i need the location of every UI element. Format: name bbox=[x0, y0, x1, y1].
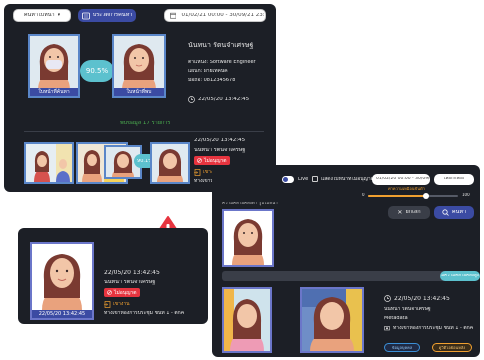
woman-office-illustration bbox=[302, 289, 362, 351]
person-department: แผนก: ฝ่ายเทคนิค bbox=[188, 69, 228, 74]
monitor-date-range-text: 01/02/20 00:00 - 30/09/20 bbox=[376, 177, 430, 182]
face-search-label: ค้นหาใบหน้า bbox=[23, 12, 55, 18]
slider-min: 0 bbox=[362, 193, 365, 197]
detail-name: นันทนา รัตนจำเศรษฐ์ bbox=[194, 148, 246, 153]
crowd-illustration bbox=[26, 144, 72, 182]
camera-select[interactable]: เลือกกล้อง bbox=[434, 174, 474, 185]
chevron-down-icon: ▾ bbox=[57, 13, 61, 18]
person-name: นันทนา รัตนจำเศรษฐ์ bbox=[188, 42, 254, 49]
cancel-button[interactable]: ✕ ยกเลิก bbox=[388, 206, 430, 219]
slider-label: ค่าความเหมือนขั้นต่ำ bbox=[388, 187, 425, 191]
toggle-knob bbox=[283, 177, 288, 182]
high-similarity-label: มีความคล้ายคลึงสูง bbox=[441, 273, 479, 278]
search-history-button[interactable]: ประวัติการค้นหา bbox=[78, 9, 136, 22]
person-info-button[interactable]: ข้อมูลบุคคล bbox=[384, 343, 420, 352]
date-range-field[interactable]: 01/02/21 00:00 - 30/09/21 23:59 bbox=[164, 9, 266, 22]
alert-blacklist-badge: ไม่อนุญาต bbox=[104, 288, 140, 297]
live-label: Live bbox=[298, 177, 309, 182]
query-face-image: ใบหน้าที่ค้นหา bbox=[28, 34, 80, 98]
monitor-panel: Live แสดงใบหน้าที่ไม่อนุญาต 01/02/20 00:… bbox=[212, 165, 480, 357]
alert-face-image: 22/05/20 13:42:45 bbox=[30, 242, 94, 320]
entry-door-icon bbox=[104, 301, 111, 308]
camera-select-label: เลือกกล้อง bbox=[443, 177, 465, 182]
similarity-value: 90.5% bbox=[85, 67, 109, 75]
result-face-2[interactable] bbox=[300, 287, 364, 353]
close-icon: ✕ bbox=[397, 209, 403, 216]
result-datetime: 22/05/20 13:42:45 bbox=[394, 296, 450, 302]
found-count: พบข้อมูล 17 รายการ bbox=[120, 121, 171, 126]
face-search-dropdown[interactable]: ค้นหาใบหน้า ▾ bbox=[13, 9, 71, 22]
search-label: ค้นหา bbox=[451, 209, 467, 215]
slider-fill bbox=[368, 195, 427, 197]
person-phone: มือถือ: 0812345678 bbox=[188, 78, 236, 83]
woman-portrait-illustration bbox=[224, 211, 272, 265]
reference-face-image bbox=[222, 209, 274, 267]
record-checkbox[interactable] bbox=[312, 176, 318, 182]
result-location: ทางเข้าห้องการประชุม ชั้นที่ 1 - ตึกA bbox=[393, 326, 474, 331]
woman-with-mask-illustration bbox=[30, 36, 78, 90]
block-icon bbox=[107, 290, 112, 295]
slider-handle[interactable] bbox=[423, 193, 430, 199]
alert-blacklist-label: ไม่อนุญาต bbox=[114, 289, 137, 296]
woman-portrait-illustration bbox=[152, 144, 188, 182]
playback-button[interactable]: ดูวิดีโอย้อนหลัง bbox=[432, 343, 472, 352]
live-toggle[interactable] bbox=[282, 176, 294, 183]
result-face-1[interactable] bbox=[222, 287, 272, 353]
alert-location: ทางเข้าห้องการประชุม ชั้นที่ 1 - ตึกA bbox=[104, 311, 185, 316]
alert-name: นันทนา รัตนจำเศรษฐ์ bbox=[104, 280, 156, 285]
results-divider bbox=[24, 131, 264, 132]
match-datetime: 22/05/20 13:42:45 bbox=[198, 97, 250, 102]
blacklist-label: ไม่อนุญาต bbox=[204, 157, 227, 164]
low-similarity-label: ความคล้ายคลึงต่ำ รูปใบหน้า bbox=[222, 202, 278, 206]
similarity-slider-track[interactable] bbox=[368, 193, 458, 199]
result-metadata: Metadata bbox=[384, 316, 408, 321]
calendar-icon bbox=[170, 12, 177, 19]
search-button[interactable]: ค้นหา bbox=[434, 206, 474, 219]
person-position: ตำแหน่ง: Software Engineer bbox=[188, 60, 256, 65]
cancel-label: ยกเลิก bbox=[405, 209, 421, 215]
woman-portrait-illustration bbox=[114, 36, 164, 90]
entry-door-icon bbox=[194, 169, 201, 176]
record-label: แสดงใบหน้าที่ไม่อนุญาต bbox=[321, 177, 374, 182]
matched-face-caption: ใบหน้าที่พบ bbox=[114, 88, 164, 96]
query-face-caption: ใบหน้าที่ค้นหา bbox=[30, 88, 78, 96]
matched-face-image: ใบหน้าที่พบ bbox=[112, 34, 166, 98]
woman-portrait-illustration bbox=[32, 244, 92, 310]
high-similarity-badge: มีความคล้ายคลึงสูง bbox=[440, 271, 480, 281]
detail-datetime: 22/05/20 13:42:45 bbox=[194, 138, 246, 143]
result-thumb-1[interactable] bbox=[24, 142, 74, 184]
slider-max: 100 bbox=[462, 193, 470, 197]
monitor-date-range-field[interactable]: 01/02/20 00:00 - 30/09/20 bbox=[372, 174, 430, 185]
camera-icon bbox=[384, 326, 390, 331]
alert-panel: 22/05/20 13:42:45 22/05/20 13:42:45 นันท… bbox=[18, 228, 208, 324]
clock-icon bbox=[384, 295, 391, 302]
result-thumb-4[interactable] bbox=[150, 142, 190, 184]
history-icon bbox=[81, 12, 90, 19]
playback-label: ดูวิดีโอย้อนหลัง bbox=[438, 345, 466, 350]
blacklist-badge: ไม่อนุญาต bbox=[194, 156, 230, 165]
search-panel: ค้นหาใบหน้า ▾ ประวัติการค้นหา 01/02/21 0… bbox=[4, 4, 276, 192]
similarity-badge: 90.5% bbox=[80, 60, 114, 82]
woman-pink-illustration bbox=[224, 289, 270, 351]
clock-icon bbox=[188, 96, 195, 103]
alert-face-caption: 22/05/20 13:42:45 bbox=[32, 310, 92, 318]
date-range-text: 01/02/21 00:00 - 30/09/21 23:59 bbox=[181, 12, 265, 18]
alert-datetime: 22/05/20 13:42:45 bbox=[104, 270, 160, 276]
alert-entry-label: เข้างาน bbox=[113, 302, 130, 307]
results-bar bbox=[222, 271, 474, 281]
result-name: นันทนา รัตนจำเศรษฐ์ bbox=[384, 307, 431, 312]
history-label: ประวัติการค้นหา bbox=[92, 12, 133, 18]
search-icon bbox=[442, 209, 449, 216]
person-info-label: ข้อมูลบุคคล bbox=[391, 345, 413, 350]
block-icon bbox=[197, 158, 202, 163]
